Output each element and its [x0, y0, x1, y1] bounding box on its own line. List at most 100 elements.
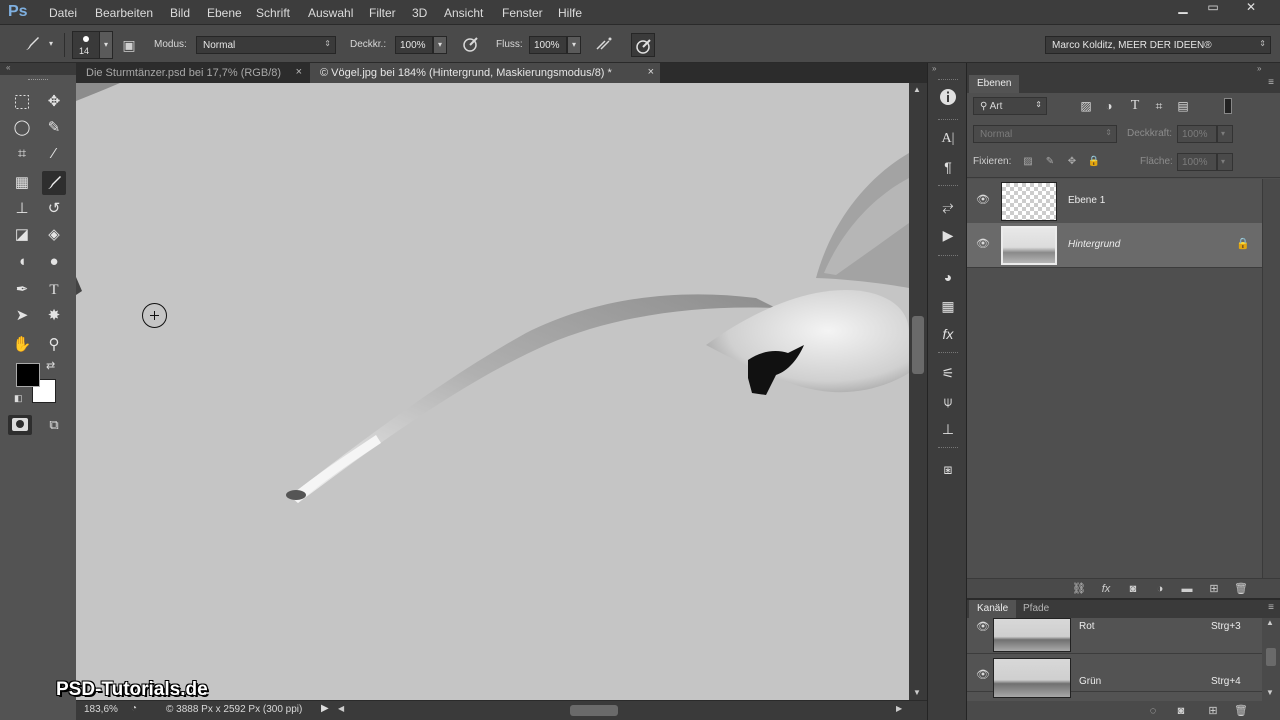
new-group-icon[interactable]: ▬	[1179, 581, 1195, 597]
flow-input[interactable]: 100%	[529, 36, 567, 54]
menu-auswahl[interactable]: Auswahl	[308, 6, 353, 20]
mode-select[interactable]: Normal ⇕	[196, 36, 336, 54]
3d-icon[interactable]: ⧆	[936, 457, 960, 481]
channel-row[interactable]: 👁 Rot Strg+3	[967, 618, 1262, 654]
pen-tool-icon[interactable]: ✒	[10, 278, 34, 302]
scroll-down-icon[interactable]: ▼	[913, 688, 921, 697]
layer-name[interactable]: Hintergrund	[1068, 239, 1120, 250]
hand-tool-icon[interactable]: ✋	[10, 333, 34, 357]
menu-bearbeiten[interactable]: Bearbeiten	[95, 6, 153, 20]
character-icon[interactable]: A|	[936, 127, 960, 151]
chevron-down-icon[interactable]: ▾	[1217, 153, 1233, 171]
swap-colors-icon[interactable]: ⇄	[46, 359, 55, 372]
visibility-eye-icon[interactable]: 👁	[975, 193, 991, 209]
pressure-opacity-icon[interactable]	[461, 35, 481, 55]
panel-grip[interactable]	[938, 185, 958, 188]
visibility-eye-icon[interactable]: 👁	[975, 237, 991, 253]
document-canvas[interactable]	[76, 83, 909, 700]
lock-pixels-icon[interactable]: ✎	[1043, 155, 1057, 169]
menu-filter[interactable]: Filter	[369, 6, 396, 20]
tab-paths[interactable]: Pfade	[1015, 600, 1057, 618]
close-icon[interactable]: ×	[648, 66, 654, 78]
link-layers-icon[interactable]: ⛓	[1071, 581, 1087, 597]
swatches-icon[interactable]: ▦	[936, 294, 960, 318]
menu-bild[interactable]: Bild	[170, 6, 190, 20]
layers-scrollbar[interactable]	[1262, 179, 1280, 578]
opacity-input[interactable]: 100%	[395, 36, 433, 54]
airbrush-icon[interactable]	[594, 35, 614, 55]
filter-toggle-switch[interactable]	[1224, 98, 1232, 114]
filter-shape-icon[interactable]: ⌗	[1151, 98, 1167, 114]
scroll-thumb[interactable]	[912, 316, 924, 374]
scroll-up-icon[interactable]: ▲	[913, 85, 921, 94]
panel-grip[interactable]	[28, 79, 48, 82]
chevron-down-icon[interactable]: ▾	[46, 40, 56, 50]
pressure-size-button[interactable]	[631, 33, 655, 57]
layer-opacity-input[interactable]: 100%	[1177, 125, 1217, 143]
scroll-down-icon[interactable]: ▼	[1266, 688, 1274, 697]
path-selection-tool-icon[interactable]: ➤	[10, 304, 34, 328]
quick-mask-button[interactable]	[8, 415, 32, 435]
history-brush-tool-icon[interactable]: ↺	[42, 197, 66, 221]
history-icon[interactable]: ⥂	[936, 194, 960, 218]
menu-schrift[interactable]: Schrift	[256, 6, 290, 20]
lock-icon[interactable]: 🔒	[1236, 237, 1250, 250]
visibility-eye-icon[interactable]: 👁	[975, 668, 991, 684]
channel-row[interactable]: 👁 Grün Strg+4	[967, 656, 1262, 698]
screen-mode-icon[interactable]: ⧉	[42, 413, 66, 437]
zoom-level[interactable]: 183,6%	[84, 704, 118, 715]
export-icon[interactable]: ◔	[131, 703, 137, 714]
zoom-tool-icon[interactable]: ⚲	[42, 333, 66, 357]
actions-play-icon[interactable]: ▶	[936, 223, 960, 247]
chevron-down-icon[interactable]: ▾	[99, 31, 113, 59]
layer-filter-select[interactable]: ⚲ Art ⇕	[973, 97, 1047, 115]
lock-all-icon[interactable]: 🔒	[1087, 155, 1101, 169]
blend-mode-select[interactable]: Normal ⇕	[973, 125, 1117, 143]
layer-name[interactable]: Ebene 1	[1068, 195, 1105, 206]
foreground-color-swatch[interactable]	[16, 363, 40, 387]
collapse-icon[interactable]: »	[932, 64, 936, 73]
info-icon[interactable]	[936, 87, 960, 111]
adjustments-icon[interactable]: ⚟	[936, 361, 960, 385]
layer-row[interactable]: 👁 Ebene 1	[967, 179, 1262, 224]
menu-3d[interactable]: 3D	[412, 6, 427, 20]
channels-scrollbar[interactable]: ▲ ▼	[1262, 618, 1280, 706]
scroll-thumb[interactable]	[1266, 648, 1276, 666]
vertical-scrollbar[interactable]: ▲ ▼	[909, 83, 927, 700]
collapse-icon[interactable]: »	[1257, 64, 1261, 73]
panel-grip[interactable]	[938, 79, 958, 82]
default-colors-icon[interactable]: ◧	[14, 393, 23, 404]
clone-stamp-tool-icon[interactable]: ⊥	[10, 197, 34, 221]
add-layer-style-icon[interactable]: fx	[1098, 581, 1114, 597]
scroll-up-icon[interactable]: ▲	[1266, 618, 1274, 627]
load-selection-icon[interactable]: ◌	[1145, 703, 1161, 719]
collapse-icon[interactable]: «	[0, 63, 76, 75]
brush-tool-preset-icon[interactable]	[22, 35, 42, 55]
panel-menu-icon[interactable]: ≡	[1268, 77, 1274, 88]
workspace-select[interactable]: Marco Kolditz, MEER DER IDEEN® ⇕	[1045, 36, 1271, 54]
minimize-button[interactable]: ▁	[1168, 0, 1198, 14]
custom-shape-tool-icon[interactable]: ✸	[42, 304, 66, 328]
eyedropper-tool-icon[interactable]: ⁄	[42, 142, 66, 166]
crop-tool-icon[interactable]: ⌗	[10, 142, 34, 166]
brush-tool-icon[interactable]	[42, 171, 66, 195]
brush-panel-toggle-icon[interactable]: ▣	[119, 35, 139, 55]
blur-tool-icon[interactable]: ◖	[10, 250, 34, 274]
chevron-down-icon[interactable]: ▾	[1217, 125, 1233, 143]
marquee-tool-icon[interactable]	[10, 90, 34, 114]
panel-menu-icon[interactable]: ≡	[1268, 602, 1274, 613]
close-button[interactable]: ✕	[1236, 0, 1266, 14]
color-palette-icon[interactable]: ◕	[936, 265, 960, 289]
scroll-right-icon[interactable]: ▶	[896, 704, 902, 713]
filter-adjustment-icon[interactable]: ◑	[1101, 98, 1117, 114]
paragraph-icon[interactable]: ¶	[936, 155, 960, 179]
delete-layer-icon[interactable]: 🗑	[1233, 581, 1249, 597]
panel-grip[interactable]	[938, 255, 958, 258]
brush-size-picker[interactable]: 14	[72, 31, 100, 59]
dodge-tool-icon[interactable]: ●	[42, 250, 66, 274]
chevron-down-icon[interactable]: ▾	[567, 36, 581, 54]
tab-layers[interactable]: Ebenen	[969, 75, 1020, 93]
healing-brush-tool-icon[interactable]: ▦	[10, 171, 34, 195]
layer-row-selected[interactable]: 👁 Hintergrund 🔒	[967, 223, 1262, 268]
horizontal-scroll-thumb[interactable]	[570, 705, 618, 716]
